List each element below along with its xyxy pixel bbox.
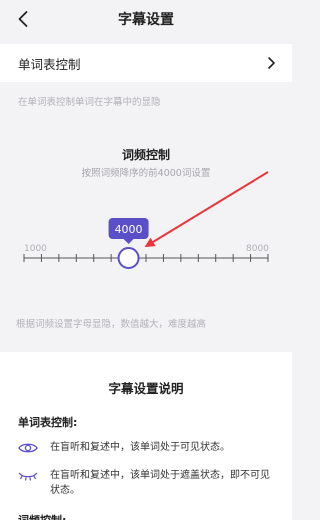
slider-value-label: 4000 (115, 223, 143, 236)
slider-value-bubble: 4000 (108, 218, 149, 244)
help-section-frequency-title: 词频控制: (18, 512, 66, 520)
frequency-slider[interactable]: 4000 (0, 132, 292, 302)
top-bar: 字幕设置 (0, 0, 292, 40)
annotation-arrow (144, 171, 269, 248)
page-title: 字幕设置 (118, 12, 174, 28)
eye-closed-icon (18, 472, 38, 481)
wordlist-hint: 在单词表控制单词在字幕中的显隐 (18, 97, 161, 108)
slider-thumb[interactable] (117, 247, 140, 269)
help-title: 字幕设置说明 (108, 381, 184, 396)
chevron-right-icon (268, 57, 275, 69)
frequency-control-section: 词频控制 按照词频降序的前4000词设置 1000 8000 4000 根据词频… (0, 132, 292, 344)
wordlist-control-row[interactable]: 单词表控制 (0, 44, 292, 82)
frequency-hint: 根据词频设置字母显隐，数值越大，难度越高 (16, 319, 207, 330)
help-card: 字幕设置说明 单词表控制: 在盲听和复述中，该单词处于可见状态。 在盲听和复述中… (0, 352, 292, 520)
help-item-visible-text: 在盲听和复述中，该单词处于可见状态。 (50, 442, 230, 453)
wordlist-control-label: 单词表控制 (18, 57, 81, 72)
eye-open-icon (18, 443, 38, 453)
subtitle-settings-page: 字幕设置 单词表控制 在单词表控制单词在字幕中的显隐 词频控制 按照词频降序的前… (0, 0, 292, 520)
help-item-hidden-text: 在盲听和复述中，该单词处于遮盖状态，即不可见状态。 (50, 470, 270, 496)
help-section-wordlist-title: 单词表控制: (18, 416, 78, 429)
